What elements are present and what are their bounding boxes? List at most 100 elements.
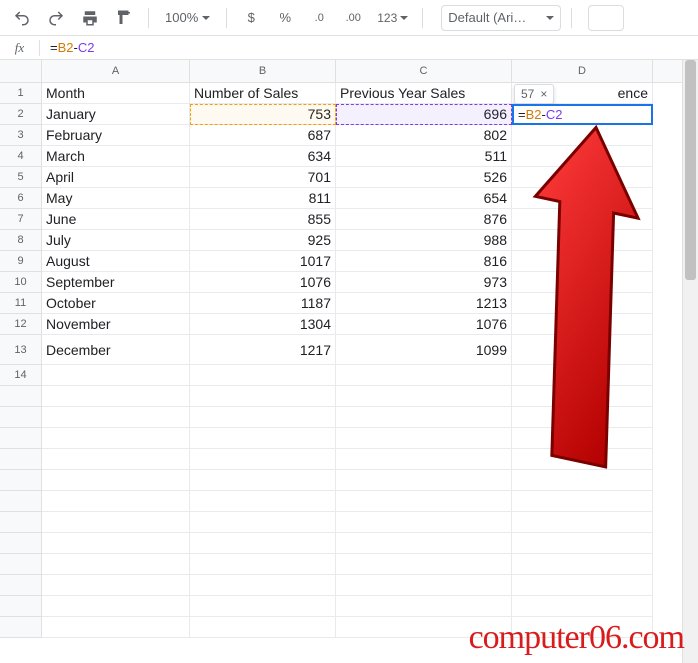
cell[interactable]: May bbox=[42, 188, 190, 209]
cell[interactable] bbox=[190, 386, 336, 407]
close-icon[interactable]: × bbox=[540, 87, 547, 101]
more-formats-dropdown[interactable]: 123 bbox=[373, 5, 412, 31]
cell[interactable]: 654 bbox=[336, 188, 512, 209]
cell[interactable] bbox=[42, 512, 190, 533]
cell[interactable] bbox=[512, 491, 653, 512]
cell[interactable] bbox=[512, 512, 653, 533]
cell[interactable] bbox=[42, 554, 190, 575]
format-percent-button[interactable]: % bbox=[271, 5, 299, 31]
cell[interactable]: January bbox=[42, 104, 190, 125]
zoom-dropdown[interactable]: 100% bbox=[159, 5, 216, 31]
row-header[interactable]: 11 bbox=[0, 293, 42, 314]
cell[interactable] bbox=[42, 533, 190, 554]
redo-button[interactable] bbox=[42, 5, 70, 31]
cell[interactable] bbox=[190, 449, 336, 470]
cell[interactable] bbox=[42, 365, 190, 386]
cell[interactable]: 696 bbox=[336, 104, 512, 125]
cell[interactable] bbox=[336, 428, 512, 449]
cell[interactable]: December bbox=[42, 335, 190, 365]
cell[interactable]: 1187 bbox=[190, 293, 336, 314]
row-header[interactable]: 1 bbox=[0, 83, 42, 104]
row-header[interactable] bbox=[0, 491, 42, 512]
print-button[interactable] bbox=[76, 5, 104, 31]
cell[interactable]: 876 bbox=[336, 209, 512, 230]
cell[interactable]: 1213 bbox=[336, 293, 512, 314]
cell[interactable] bbox=[336, 470, 512, 491]
cell[interactable]: 816 bbox=[336, 251, 512, 272]
cell[interactable]: 526 bbox=[336, 167, 512, 188]
cell[interactable]: 988 bbox=[336, 230, 512, 251]
cell[interactable] bbox=[336, 533, 512, 554]
row-header[interactable] bbox=[0, 533, 42, 554]
cell[interactable] bbox=[42, 449, 190, 470]
cell[interactable] bbox=[190, 407, 336, 428]
cell[interactable] bbox=[336, 596, 512, 617]
cell[interactable] bbox=[512, 209, 653, 230]
cell[interactable]: April bbox=[42, 167, 190, 188]
cell[interactable] bbox=[42, 575, 190, 596]
cell[interactable] bbox=[190, 428, 336, 449]
row-header[interactable] bbox=[0, 449, 42, 470]
cell[interactable] bbox=[336, 407, 512, 428]
cell[interactable] bbox=[512, 554, 653, 575]
cell[interactable]: June bbox=[42, 209, 190, 230]
cell[interactable]: August bbox=[42, 251, 190, 272]
cell[interactable]: February bbox=[42, 125, 190, 146]
cell[interactable] bbox=[512, 428, 653, 449]
row-header[interactable]: 2 bbox=[0, 104, 42, 125]
cell[interactable]: 802 bbox=[336, 125, 512, 146]
cell[interactable] bbox=[512, 314, 653, 335]
decrease-decimal-button[interactable]: .0 bbox=[305, 5, 333, 31]
cell[interactable]: 687 bbox=[190, 125, 336, 146]
row-header[interactable]: 13 bbox=[0, 335, 42, 365]
cell[interactable]: 1099 bbox=[336, 335, 512, 365]
cell[interactable] bbox=[190, 470, 336, 491]
row-header[interactable]: 6 bbox=[0, 188, 42, 209]
cell[interactable] bbox=[42, 470, 190, 491]
row-header[interactable]: 4 bbox=[0, 146, 42, 167]
cell[interactable] bbox=[42, 407, 190, 428]
row-header[interactable]: 10 bbox=[0, 272, 42, 293]
cell[interactable] bbox=[42, 428, 190, 449]
cell[interactable] bbox=[190, 554, 336, 575]
cell[interactable] bbox=[512, 293, 653, 314]
cell[interactable] bbox=[512, 125, 653, 146]
cell[interactable] bbox=[42, 596, 190, 617]
select-all-corner[interactable] bbox=[0, 60, 42, 82]
cell[interactable]: 811 bbox=[190, 188, 336, 209]
row-header[interactable]: 14 bbox=[0, 365, 42, 386]
cell[interactable] bbox=[190, 617, 336, 638]
cell[interactable] bbox=[512, 575, 653, 596]
cell[interactable] bbox=[190, 533, 336, 554]
cell[interactable] bbox=[512, 407, 653, 428]
row-header[interactable] bbox=[0, 596, 42, 617]
undo-button[interactable] bbox=[8, 5, 36, 31]
column-header-c[interactable]: C bbox=[336, 60, 512, 82]
cell[interactable] bbox=[42, 386, 190, 407]
row-header[interactable]: 9 bbox=[0, 251, 42, 272]
font-size-input[interactable] bbox=[588, 5, 624, 31]
cell[interactable]: 1076 bbox=[336, 314, 512, 335]
cell[interactable] bbox=[512, 533, 653, 554]
cell[interactable] bbox=[512, 104, 653, 125]
cell[interactable]: 1304 bbox=[190, 314, 336, 335]
cell[interactable] bbox=[512, 365, 653, 386]
cell[interactable]: July bbox=[42, 230, 190, 251]
cell[interactable]: 1076 bbox=[190, 272, 336, 293]
cell[interactable] bbox=[42, 491, 190, 512]
scrollbar-thumb[interactable] bbox=[685, 60, 696, 280]
cell[interactable] bbox=[336, 554, 512, 575]
cell[interactable] bbox=[512, 470, 653, 491]
cell[interactable] bbox=[512, 335, 653, 365]
cell[interactable] bbox=[336, 512, 512, 533]
row-header[interactable]: 12 bbox=[0, 314, 42, 335]
cell[interactable] bbox=[190, 491, 336, 512]
cell[interactable]: 925 bbox=[190, 230, 336, 251]
increase-decimal-button[interactable]: .00 bbox=[339, 5, 367, 31]
cell[interactable] bbox=[190, 596, 336, 617]
row-header[interactable] bbox=[0, 554, 42, 575]
cell[interactable]: 701 bbox=[190, 167, 336, 188]
vertical-scrollbar[interactable] bbox=[682, 60, 698, 663]
paint-format-button[interactable] bbox=[110, 5, 138, 31]
row-header[interactable]: 5 bbox=[0, 167, 42, 188]
